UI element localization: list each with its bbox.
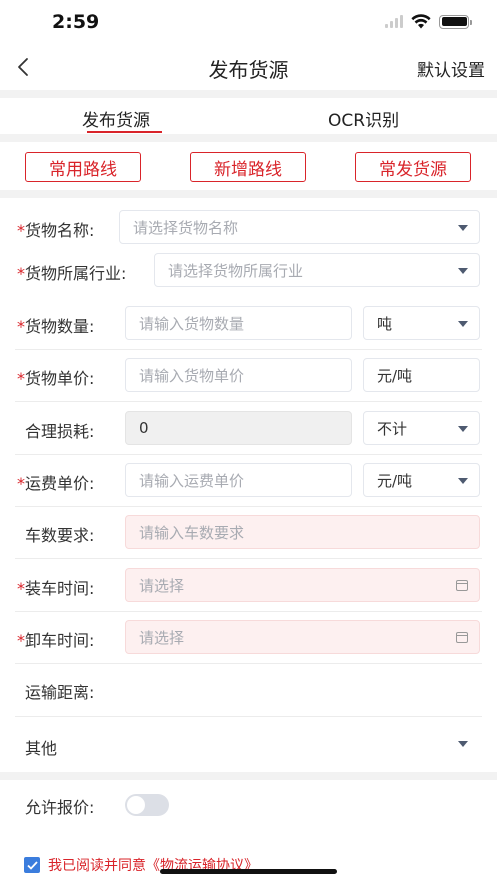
section-gap xyxy=(0,772,497,780)
freight-price-label: *运费单价: xyxy=(17,474,95,493)
divider xyxy=(15,454,482,455)
other-label: 其他 xyxy=(25,739,58,758)
add-route-button[interactable]: 新增路线 xyxy=(190,152,306,182)
status-icons xyxy=(385,14,472,29)
distance-label: 运输距离: xyxy=(25,683,95,702)
divider xyxy=(15,716,482,717)
unit-price-input[interactable]: 请输入货物单价 xyxy=(125,358,352,392)
loss-value: 0 xyxy=(139,419,149,437)
freight-price-unit-select[interactable]: 元/吨 xyxy=(363,463,480,497)
tab-ocr[interactable]: OCR识别 xyxy=(328,106,399,131)
chevron-down-icon xyxy=(458,321,468,327)
unload-time-picker[interactable]: 请选择 xyxy=(125,620,480,654)
common-routes-button[interactable]: 常用路线 xyxy=(25,152,141,182)
loss-label: 合理损耗: xyxy=(25,422,95,441)
load-time-row: *装车时间: 请选择 xyxy=(0,568,497,602)
tab-bar: 发布货源 OCR识别 xyxy=(0,98,497,134)
other-row[interactable]: 其他 xyxy=(0,728,497,762)
section-gap xyxy=(0,90,497,98)
divider xyxy=(15,506,482,507)
divider xyxy=(15,558,482,559)
vehicle-count-input[interactable]: 请输入车数要求 xyxy=(125,515,480,549)
freight-price-input[interactable]: 请输入运费单价 xyxy=(125,463,352,497)
industry-row: *货物所属行业: 请选择货物所属行业 xyxy=(0,253,497,287)
allow-quote-row: 允许报价: xyxy=(0,792,497,826)
unit-price-unit[interactable]: 元/吨 xyxy=(363,358,480,392)
calendar-icon xyxy=(456,632,468,643)
chevron-down-icon xyxy=(458,741,468,747)
home-indicator xyxy=(160,869,337,874)
check-icon xyxy=(26,860,38,870)
divider xyxy=(15,663,482,664)
industry-placeholder: 请选择货物所属行业 xyxy=(168,261,304,280)
quantity-placeholder: 请输入货物数量 xyxy=(139,314,245,333)
unit-price-placeholder: 请输入货物单价 xyxy=(139,366,245,385)
divider xyxy=(15,349,482,350)
unit-price-row: *货物单价: 请输入货物单价 元/吨 xyxy=(0,358,497,392)
unit-price-label: *货物单价: xyxy=(17,369,95,388)
industry-label: *货物所属行业: xyxy=(17,264,127,283)
cargo-name-select[interactable]: 请选择货物名称 xyxy=(119,210,480,244)
chevron-down-icon xyxy=(458,478,468,484)
unload-time-label: *卸车时间: xyxy=(17,631,95,650)
loss-row: 合理损耗: 0 不计 xyxy=(0,411,497,445)
allow-quote-toggle[interactable] xyxy=(125,794,169,816)
agreement-checkbox[interactable] xyxy=(24,857,40,873)
toggle-knob xyxy=(127,796,145,814)
industry-select[interactable]: 请选择货物所属行业 xyxy=(154,253,480,287)
freight-price-row: *运费单价: 请输入运费单价 元/吨 xyxy=(0,463,497,497)
wifi-icon xyxy=(411,14,431,29)
divider xyxy=(15,611,482,612)
calendar-icon xyxy=(456,580,468,591)
frequent-cargo-button[interactable]: 常发货源 xyxy=(355,152,471,182)
active-tab-indicator xyxy=(87,131,162,133)
status-time: 2:59 xyxy=(52,11,100,33)
agreement-text: 我已阅读并同意 xyxy=(48,858,146,874)
freight-price-unit-value: 元/吨 xyxy=(377,471,413,490)
loss-unit-select[interactable]: 不计 xyxy=(363,411,480,445)
default-settings-button[interactable]: 默认设置 xyxy=(417,56,485,81)
battery-icon xyxy=(439,14,472,29)
cargo-name-label: *货物名称: xyxy=(17,221,95,240)
route-buttons: 常用路线 新增路线 常发货源 xyxy=(0,142,497,190)
chevron-down-icon xyxy=(458,225,468,231)
signal-icon xyxy=(385,15,403,28)
load-time-placeholder: 请选择 xyxy=(139,576,185,595)
cargo-name-placeholder: 请选择货物名称 xyxy=(133,218,239,237)
vehicle-count-row: 车数要求: 请输入车数要求 xyxy=(0,515,497,549)
loss-unit-value: 不计 xyxy=(377,419,408,438)
chevron-down-icon xyxy=(458,426,468,432)
section-gap xyxy=(0,134,497,142)
cargo-name-row: *货物名称: 请选择货物名称 xyxy=(0,210,497,244)
vehicle-count-label: 车数要求: xyxy=(25,526,95,545)
chevron-down-icon xyxy=(458,268,468,274)
tab-publish-cargo[interactable]: 发布货源 xyxy=(82,106,150,131)
quantity-label: *货物数量: xyxy=(17,317,95,336)
quantity-row: *货物数量: 请输入货物数量 吨 xyxy=(0,306,497,340)
quantity-input[interactable]: 请输入货物数量 xyxy=(125,306,352,340)
quantity-unit-select[interactable]: 吨 xyxy=(363,306,480,340)
vehicle-count-placeholder: 请输入车数要求 xyxy=(139,523,245,542)
quantity-unit-value: 吨 xyxy=(377,314,393,333)
load-time-label: *装车时间: xyxy=(17,579,95,598)
distance-row: 运输距离: xyxy=(0,672,497,706)
load-time-picker[interactable]: 请选择 xyxy=(125,568,480,602)
loss-input[interactable]: 0 xyxy=(125,411,352,445)
unload-time-row: *卸车时间: 请选择 xyxy=(0,620,497,654)
section-gap xyxy=(0,190,497,198)
unload-time-placeholder: 请选择 xyxy=(139,628,185,647)
allow-quote-label: 允许报价: xyxy=(25,798,95,817)
freight-price-placeholder: 请输入运费单价 xyxy=(139,471,245,490)
navbar: 发布货源 默认设置 xyxy=(0,44,497,90)
status-bar: 2:59 xyxy=(0,0,497,44)
divider xyxy=(15,401,482,402)
unit-price-unit-value: 元/吨 xyxy=(377,366,413,385)
